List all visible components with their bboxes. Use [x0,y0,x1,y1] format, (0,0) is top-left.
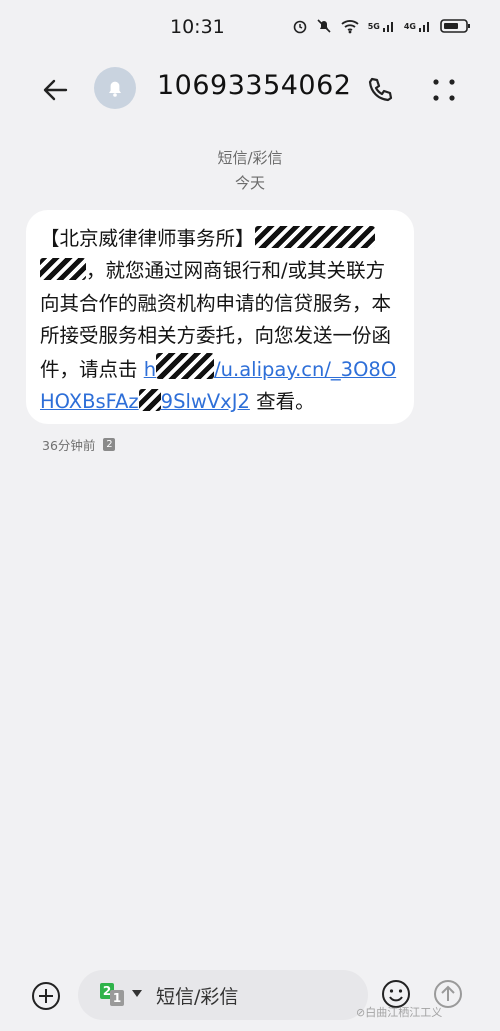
redaction-mark [254,226,375,248]
signal-icon [382,22,393,32]
more-options-button[interactable] [428,74,460,106]
sim-selector[interactable]: 2 1 [100,983,142,1007]
phone-icon [368,77,393,102]
status-time: 10:31 [170,16,225,38]
back-button[interactable] [36,70,76,110]
message-input[interactable]: 2 1 短信/彩信 [78,970,368,1020]
chevron-down-icon [132,990,142,997]
attach-button[interactable] [30,980,62,1012]
plus-circle-icon [32,982,60,1010]
net2-label: 4G [403,21,416,31]
alarm-icon [293,20,307,34]
mute-icon [317,19,331,33]
sim-secondary: 1 [110,990,124,1006]
signal-icon-2 [419,22,429,32]
watermark: ⊘白曲江栖江工义 [356,1006,443,1019]
net1-label: 5G [367,21,380,31]
message-body-2: 查看。 [256,390,315,414]
input-placeholder: 短信/彩信 [156,986,239,1008]
contact-name: 10693354062 [157,70,352,101]
status-icons: 5G 4G [292,18,472,34]
conversation-header: 10693354062 [0,56,500,124]
composer-bar: 2 1 短信/彩信 [0,958,500,1031]
sim-badge: 2 [103,438,116,451]
sender-tag: 【北京威律律师事务所】 [40,227,255,250]
redaction-mark [138,389,161,412]
avatar[interactable] [94,67,136,109]
bell-icon [109,81,121,97]
message-bubble[interactable]: 【北京威律律师事务所】，就您通过网商银行和/或其关联方向其合作的融资机构申请的信… [26,210,414,424]
message-meta: 36分钟前 2 [42,435,116,454]
more-dots-icon [433,79,455,101]
channel-label: 短信/彩信 [217,149,283,167]
back-arrow-icon [43,79,68,101]
wifi-icon [341,20,359,34]
message-time: 36分钟前 [42,438,96,453]
call-button[interactable] [362,72,398,108]
redaction-mark [40,258,86,281]
battery-icon [440,19,470,33]
message-text: 【北京威律律师事务所】，就您通过网商银行和/或其关联方向其合作的融资机构申请的信… [40,223,398,418]
status-bar: 10:31 5G 4G [0,0,500,56]
date-label: 今天 [234,174,265,192]
redaction-mark [156,352,215,379]
